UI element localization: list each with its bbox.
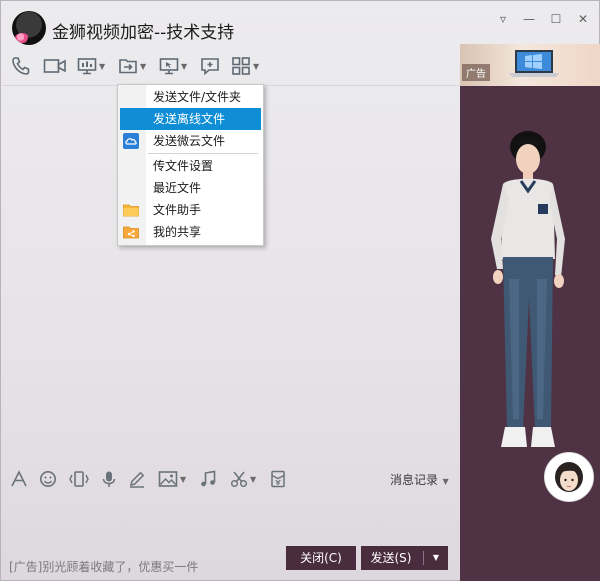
send-divider [423, 551, 424, 565]
image-icon[interactable]: ▼ [158, 468, 186, 490]
menu-item-recent-files[interactable]: 最近文件 [118, 177, 263, 199]
red-packet-icon[interactable] [269, 468, 287, 490]
ad-tag: 广告 [462, 64, 490, 81]
laptop-ad-image [509, 50, 559, 77]
shake-icon[interactable] [68, 468, 90, 490]
chat-window: 金狮视频加密--技术支持 ▿ — ☐ ✕ ▼ ▼ ▼ ▼ 发送文件/文件夹 发送… [0, 0, 600, 581]
menu-item-send-offline-file[interactable]: 发送离线文件 [120, 108, 261, 130]
menu-item-file-assistant[interactable]: 文件助手 [118, 199, 263, 221]
ad-banner[interactable]: 广告 [460, 44, 600, 86]
buddy-avatar[interactable] [544, 452, 594, 502]
video-call-icon[interactable] [43, 55, 67, 77]
chevron-down-icon[interactable]: ▼ [181, 62, 187, 71]
close-window-button[interactable]: ✕ [574, 11, 592, 27]
minimize-button[interactable]: — [520, 11, 538, 27]
shared-folder-icon [123, 224, 139, 240]
ad-text-link[interactable]: [广告]别光顾着收藏了，优惠买一件 [9, 558, 198, 575]
menu-divider [148, 153, 258, 154]
maximize-button[interactable]: ☐ [547, 11, 565, 27]
chevron-down-icon[interactable]: ▼ [99, 62, 105, 71]
screenshot-icon[interactable]: ▼ [230, 468, 256, 490]
avatar-badge [15, 33, 29, 43]
send-options-chevron-icon[interactable]: ▼ [427, 546, 445, 570]
music-icon[interactable] [199, 468, 217, 490]
message-history-link[interactable]: 消息记录 ▼ [390, 471, 449, 488]
screen-share-icon[interactable]: ▼ [77, 55, 105, 77]
menu-item-file-settings[interactable]: 传文件设置 [118, 155, 263, 177]
history-label: 消息记录 [390, 473, 439, 487]
menu-item-label: 发送微云文件 [153, 134, 226, 148]
chevron-down-icon[interactable]: ▼ [140, 62, 146, 71]
draw-icon[interactable] [128, 468, 146, 490]
menu-item-send-file-folder[interactable]: 发送文件/文件夹 [118, 86, 263, 108]
font-icon[interactable] [10, 468, 28, 490]
phone-icon[interactable] [11, 55, 31, 77]
chevron-down-icon[interactable]: ▼ [180, 475, 186, 484]
apps-icon[interactable]: ▼ [231, 55, 259, 77]
send-button[interactable]: 发送(S) ▼ [361, 546, 448, 570]
close-button[interactable]: 关闭(C) [286, 546, 356, 570]
menu-item-label: 文件助手 [153, 203, 202, 217]
send-file-menu: 发送文件/文件夹 发送离线文件 发送微云文件 传文件设置 最近文件 文件助手 我… [117, 84, 264, 246]
voice-icon[interactable] [100, 468, 118, 490]
send-label: 发送(S) [370, 551, 412, 565]
chevron-down-icon[interactable]: ▼ [250, 475, 256, 484]
weiyun-cloud-icon [123, 133, 139, 149]
menu-item-label: 我的共享 [153, 225, 202, 239]
emoji-icon[interactable] [39, 468, 57, 490]
remote-desktop-icon[interactable]: ▼ [159, 55, 187, 77]
chevron-down-icon[interactable]: ▼ [253, 62, 259, 71]
folder-icon [123, 202, 139, 218]
window-title: 金狮视频加密--技术支持 [52, 23, 235, 43]
more-icon[interactable]: ▿ [494, 11, 512, 27]
menu-item-my-share[interactable]: 我的共享 [118, 221, 263, 243]
character-avatar-show [491, 131, 565, 447]
chevron-down-icon[interactable]: ▼ [440, 477, 449, 486]
menu-item-send-weiyun-file[interactable]: 发送微云文件 [118, 130, 263, 152]
send-file-icon[interactable]: ▼ [118, 55, 146, 77]
comment-icon[interactable] [200, 55, 220, 77]
contact-avatar[interactable] [12, 11, 46, 45]
